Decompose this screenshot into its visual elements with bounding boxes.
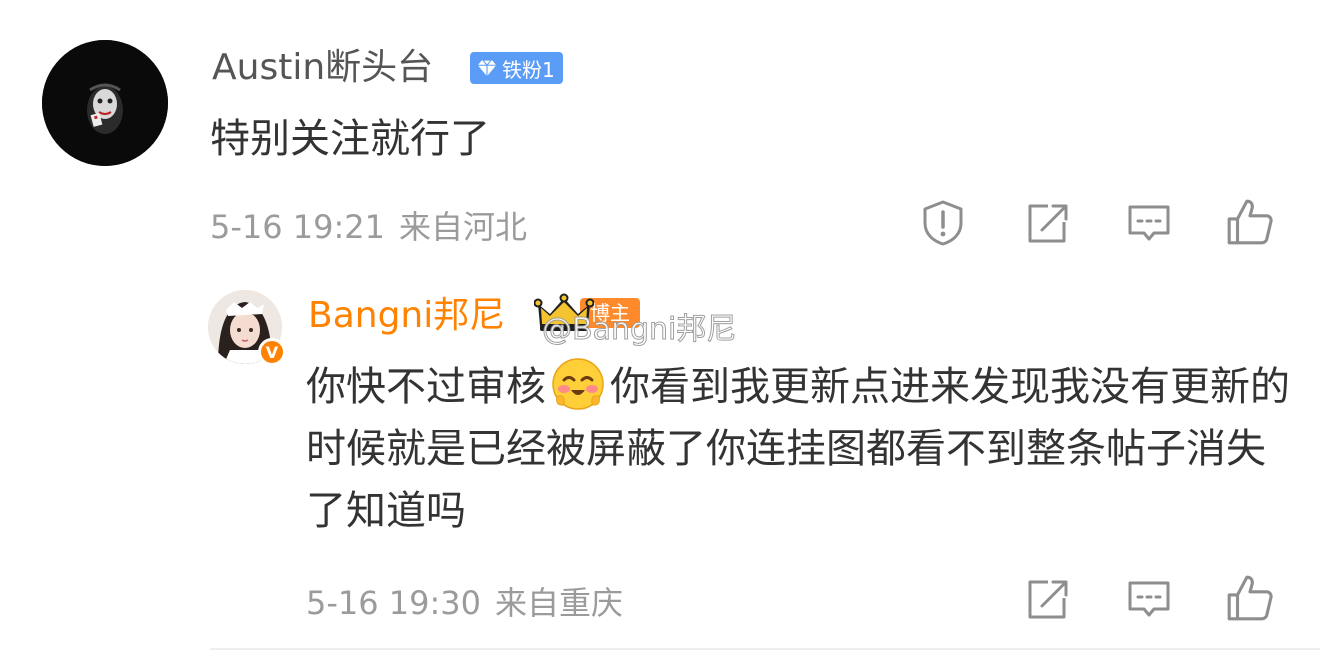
repost-icon bbox=[1028, 580, 1068, 619]
reply-location: 来自重庆 bbox=[495, 584, 624, 622]
like-button[interactable] bbox=[1224, 196, 1274, 246]
comment-location: 来自河北 bbox=[399, 208, 528, 246]
like-icon bbox=[1227, 575, 1273, 621]
comment-icon bbox=[1128, 205, 1170, 241]
repost-icon bbox=[1028, 204, 1068, 243]
reply-button[interactable] bbox=[1124, 198, 1174, 248]
comment-time: 5-16 19:21 bbox=[210, 208, 386, 246]
reply-meta: 5-16 19:30 来自重庆 bbox=[306, 578, 623, 624]
reply-like-button[interactable] bbox=[1224, 572, 1274, 622]
fan-badge-label: 铁粉1 bbox=[502, 57, 555, 82]
verified-v-icon: V bbox=[258, 338, 286, 366]
comment-icon bbox=[1128, 581, 1170, 617]
commenter-avatar[interactable] bbox=[42, 40, 168, 166]
fan-level-badge[interactable]: 铁粉1 bbox=[470, 52, 563, 84]
reply-repost-button[interactable] bbox=[1022, 574, 1072, 624]
repost-button[interactable] bbox=[1022, 198, 1072, 248]
comment-text: 特别关注就行了 bbox=[210, 116, 490, 162]
report-icon bbox=[923, 200, 963, 246]
reply-text: 你快不过审核 你看到我更新点进来发现我没有更新的时候就是已经被屏蔽了你连挂图都看… bbox=[306, 356, 1296, 542]
smiling-blush-emoji bbox=[552, 358, 604, 410]
reply-time: 5-16 19:30 bbox=[306, 584, 482, 622]
weibo-watermark: @Bangni邦尼 bbox=[541, 312, 737, 348]
comment-meta: 5-16 19:21 来自河北 bbox=[210, 202, 527, 248]
reply-comment-button[interactable] bbox=[1124, 574, 1174, 624]
replier-avatar[interactable]: V bbox=[208, 290, 286, 366]
divider bbox=[210, 648, 1320, 650]
commenter-name[interactable]: Austin断头台 bbox=[212, 46, 433, 90]
replier-name[interactable]: Bangni邦尼 bbox=[308, 294, 505, 338]
like-icon bbox=[1227, 199, 1273, 245]
reply-text-part1: 你快不过审核 bbox=[306, 364, 546, 410]
report-button[interactable] bbox=[918, 198, 968, 248]
diamond-icon bbox=[477, 60, 497, 77]
